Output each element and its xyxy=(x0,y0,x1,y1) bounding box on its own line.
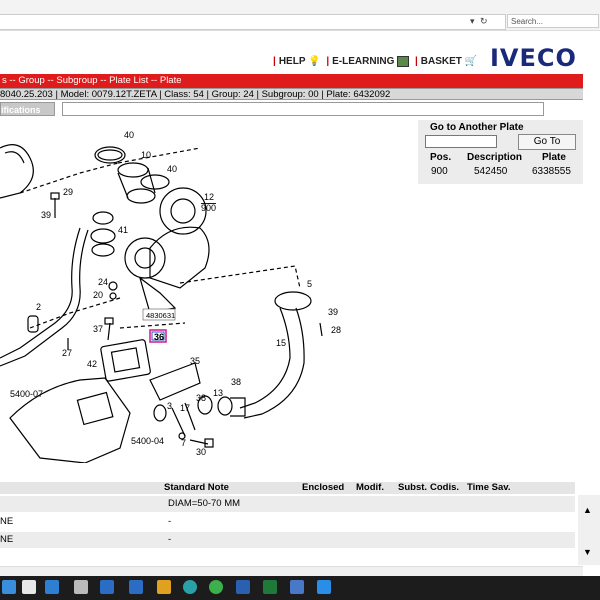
dropdown-arrow-icon[interactable]: ▾ xyxy=(470,16,475,27)
header-links: | HELP 💡 | E-LEARNING | BASKET 🛒 xyxy=(273,56,478,68)
taskbar xyxy=(0,576,600,600)
part-label[interactable]: 40 xyxy=(124,130,134,140)
part-label[interactable]: 39 xyxy=(41,210,51,220)
part-label[interactable]: 12 xyxy=(204,192,214,202)
part-label[interactable]: 28 xyxy=(331,325,341,335)
goto-panel-title: Go to Another Plate xyxy=(430,122,524,133)
col-plate: Plate xyxy=(542,152,566,163)
col-description: Description xyxy=(467,152,523,163)
part-label[interactable]: 38 xyxy=(231,377,241,387)
row-left-cell: NE xyxy=(0,516,14,527)
lightbulb-icon: 💡 xyxy=(308,56,321,68)
part-label[interactable]: 35 xyxy=(190,356,200,366)
table-row[interactable]: DIAM=50-70 MM xyxy=(0,496,575,512)
tab-blank xyxy=(62,102,544,116)
elearning-icon xyxy=(397,56,410,67)
calculator-icon[interactable] xyxy=(74,580,88,594)
col-time-sav: Time Sav. xyxy=(467,482,511,493)
part-label[interactable]: 7 xyxy=(181,438,186,448)
vertical-scrollbar[interactable]: ▲ ▼ xyxy=(578,495,600,565)
part-label[interactable]: 27 xyxy=(62,348,72,358)
remote-desktop-icon[interactable] xyxy=(100,580,114,594)
part-label[interactable]: 900 xyxy=(201,203,216,213)
elearning-link[interactable]: E-LEARNING xyxy=(332,56,394,67)
part-label[interactable]: 39 xyxy=(328,307,338,317)
row-note-cell: - xyxy=(168,516,172,527)
col-modif: Modif. xyxy=(356,482,384,493)
table-row[interactable]: NE - xyxy=(0,514,575,530)
app-icon[interactable] xyxy=(290,580,304,594)
row-note-cell: DIAM=50-70 MM xyxy=(168,498,241,509)
part-label[interactable]: 5 xyxy=(307,279,312,289)
part-label[interactable]: 38 xyxy=(196,393,206,403)
col-pos: Pos. xyxy=(430,152,452,163)
row-note-cell: - xyxy=(168,534,172,545)
part-label[interactable]: 5400-07 xyxy=(10,389,43,399)
col-subst: Subst. xyxy=(398,482,428,493)
part-label[interactable]: 15 xyxy=(276,338,286,348)
part-label[interactable]: 17 xyxy=(180,403,190,413)
part-label[interactable]: 29 xyxy=(63,187,73,197)
address-bar[interactable]: ▾ ↻ xyxy=(0,14,506,30)
goto-plate-panel: Go to Another Plate Go To Pos. Descripti… xyxy=(418,120,583,184)
part-label[interactable]: 40 xyxy=(167,164,177,174)
internet-explorer-icon[interactable] xyxy=(317,580,331,594)
col-codis: Codis. xyxy=(430,482,460,493)
parts-diagram[interactable]: 4830631 40 10 40 29 39 41 12 900 24 20 5… xyxy=(0,118,416,463)
plate-info: 8040.25.203 | Model: 0079.12T.ZETA | Cla… xyxy=(0,88,583,100)
iveco-logo: IVECO xyxy=(490,44,577,72)
part-label[interactable]: 13 xyxy=(213,388,223,398)
app-icon[interactable] xyxy=(129,580,143,594)
table-header: Standard Note Enclosed Modif. Subst. Cod… xyxy=(0,482,575,494)
row-pos: 900 xyxy=(431,166,448,177)
part-label-highlighted[interactable]: 36 xyxy=(154,332,164,342)
basket-icon: 🛒 xyxy=(464,56,478,68)
tab-specifications[interactable]: ifications xyxy=(0,102,55,116)
part-label[interactable]: 37 xyxy=(93,324,103,334)
part-label[interactable]: 10 xyxy=(141,150,151,160)
row-plate-link[interactable]: 6338555 xyxy=(532,166,571,177)
word-icon[interactable] xyxy=(236,580,250,594)
scroll-down-icon[interactable]: ▼ xyxy=(583,547,592,557)
part-label[interactable]: 2 xyxy=(36,302,41,312)
col-standard-note: Standard Note xyxy=(164,482,229,493)
start-icon[interactable] xyxy=(2,580,16,594)
refresh-icon[interactable]: ↻ xyxy=(480,16,488,27)
part-label[interactable]: 3 xyxy=(167,401,172,411)
diagram-tooltip: 4830631 xyxy=(146,311,175,320)
part-label[interactable]: 41 xyxy=(118,225,128,235)
part-label[interactable]: 42 xyxy=(87,359,97,369)
breadcrumb[interactable]: s -- Group -- Subgroup -- Plate List -- … xyxy=(0,74,583,88)
part-label[interactable]: 30 xyxy=(196,447,206,457)
row-description: 542450 xyxy=(474,166,508,177)
browser-icon[interactable] xyxy=(209,580,223,594)
part-label[interactable]: 20 xyxy=(93,290,103,300)
part-label[interactable]: 24 xyxy=(98,277,108,287)
help-link[interactable]: HELP xyxy=(279,56,306,67)
explorer-icon[interactable] xyxy=(157,580,171,594)
col-enclosed: Enclosed xyxy=(302,482,345,493)
part-label[interactable]: 5400-04 xyxy=(131,436,164,446)
mail-icon[interactable] xyxy=(45,580,59,594)
table-row[interactable]: NE - xyxy=(0,532,575,548)
scroll-up-icon[interactable]: ▲ xyxy=(583,505,592,515)
basket-link[interactable]: BASKET xyxy=(421,56,462,67)
excel-icon[interactable] xyxy=(263,580,277,594)
task-view-icon[interactable] xyxy=(22,580,36,594)
ccleaner-icon[interactable] xyxy=(183,580,197,594)
browser-search-input[interactable]: Search... xyxy=(507,14,599,28)
goto-button[interactable]: Go To xyxy=(518,134,576,150)
row-left-cell: NE xyxy=(0,534,14,545)
plate-input[interactable] xyxy=(425,135,497,148)
